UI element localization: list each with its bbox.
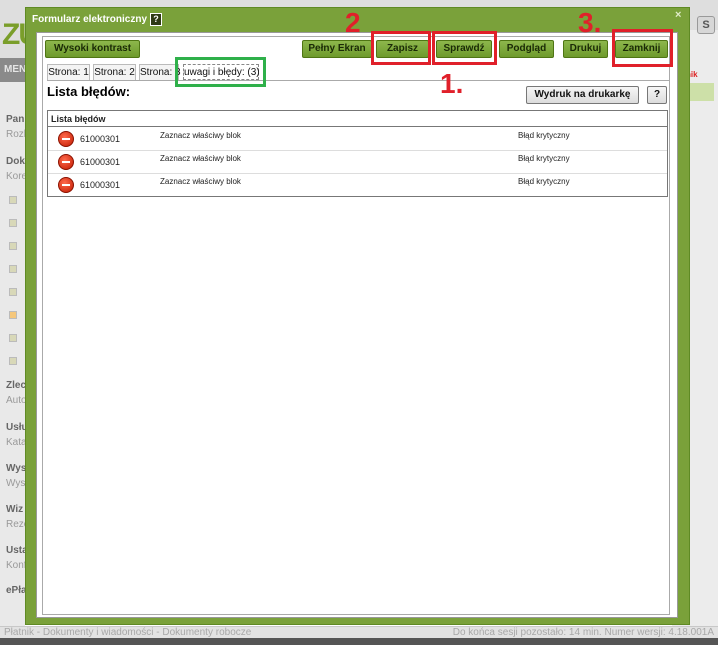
sidebar-bullet[interactable] bbox=[9, 242, 17, 250]
error-description: Zaznacz właściwy blok bbox=[160, 154, 241, 163]
error-level: Błąd krytyczny bbox=[518, 154, 570, 163]
fullscreen-button[interactable]: Pełny Ekran bbox=[302, 40, 372, 58]
tab-page-1[interactable]: Strona: 1 bbox=[47, 64, 90, 80]
error-stop-icon bbox=[58, 177, 74, 193]
table-row[interactable]: 61000301 Zaznacz właściwy blok Błąd kryt… bbox=[48, 174, 667, 197]
skype-icon[interactable]: S bbox=[697, 16, 715, 34]
print-to-printer-button[interactable]: Wydruk na drukarkę bbox=[526, 86, 639, 104]
menu-label[interactable]: MEN bbox=[4, 64, 26, 75]
sidebar: Pan Rozl Dok Kore Zlec Auto Usłu Kata Wy… bbox=[0, 82, 29, 637]
annotation-step-3: 3. bbox=[578, 7, 602, 38]
error-code: 61000301 bbox=[80, 180, 121, 190]
tab-page-2[interactable]: Strona: 2 bbox=[93, 64, 136, 80]
annotation-close-highlight bbox=[612, 29, 673, 67]
sidebar-subtitle: Konf bbox=[6, 560, 27, 571]
sidebar-subtitle: Kore bbox=[6, 171, 28, 182]
sidebar-title[interactable]: Zlec bbox=[6, 380, 26, 391]
table-row[interactable]: 61000301 Zaznacz właściwy blok Błąd kryt… bbox=[48, 128, 667, 151]
dialog-title: Formularz elektroniczny? bbox=[32, 13, 163, 26]
error-table-header: Lista błędów bbox=[48, 111, 667, 127]
sidebar-subtitle: Kata bbox=[6, 437, 27, 448]
high-contrast-button[interactable]: Wysoki kontrast bbox=[45, 40, 140, 58]
sidebar-bullet[interactable] bbox=[9, 334, 17, 342]
sidebar-title[interactable]: Pan bbox=[6, 114, 24, 125]
close-icon[interactable]: × bbox=[675, 9, 681, 21]
sidebar-bullet[interactable] bbox=[9, 196, 17, 204]
preview-button[interactable]: Podgląd bbox=[499, 40, 554, 58]
sidebar-title[interactable]: Dok bbox=[6, 156, 25, 167]
error-stop-icon bbox=[58, 154, 74, 170]
sidebar-bullet[interactable] bbox=[9, 357, 17, 365]
tab-divider bbox=[47, 80, 669, 81]
print-button[interactable]: Drukuj bbox=[563, 40, 608, 58]
error-code: 61000301 bbox=[80, 157, 121, 167]
sidebar-subtitle: Rozl bbox=[6, 129, 27, 140]
annotation-step-2: 2 bbox=[345, 7, 361, 38]
error-table: Lista błędów 61000301 Zaznacz właściwy b… bbox=[47, 110, 668, 197]
error-level: Błąd krytyczny bbox=[518, 177, 570, 186]
sidebar-bullet[interactable] bbox=[9, 288, 17, 296]
annotation-save-highlight bbox=[371, 31, 431, 65]
error-description: Zaznacz właściwy blok bbox=[160, 131, 241, 140]
error-list-heading: Lista błędów: bbox=[47, 84, 131, 99]
annotation-check-highlight bbox=[432, 31, 497, 65]
sidebar-bullet[interactable] bbox=[9, 311, 17, 319]
sidebar-title[interactable]: ePła bbox=[6, 585, 27, 596]
error-level: Błąd krytyczny bbox=[518, 131, 570, 140]
help-icon[interactable]: ? bbox=[150, 13, 163, 26]
error-code: 61000301 bbox=[80, 134, 121, 144]
sidebar-bullet[interactable] bbox=[9, 265, 17, 273]
error-description: Zaznacz właściwy blok bbox=[160, 177, 241, 186]
sidebar-subtitle: Wys bbox=[6, 478, 26, 489]
annotation-errors-tab-highlight bbox=[175, 57, 266, 87]
bottom-edge bbox=[0, 638, 718, 645]
dialog-title-text: Formularz elektroniczny bbox=[32, 14, 148, 26]
help-button[interactable]: ? bbox=[647, 86, 667, 104]
sidebar-bullet[interactable] bbox=[9, 219, 17, 227]
tab-page-3[interactable]: Strona: 3 bbox=[139, 64, 181, 80]
sidebar-title[interactable]: Wys bbox=[6, 463, 26, 474]
table-row[interactable]: 61000301 Zaznacz właściwy blok Błąd kryt… bbox=[48, 151, 667, 174]
error-stop-icon bbox=[58, 131, 74, 147]
annotation-step-1: 1. bbox=[440, 68, 464, 99]
sidebar-subtitle: Auto bbox=[6, 395, 27, 406]
sidebar-title[interactable]: Wiz bbox=[6, 504, 23, 515]
